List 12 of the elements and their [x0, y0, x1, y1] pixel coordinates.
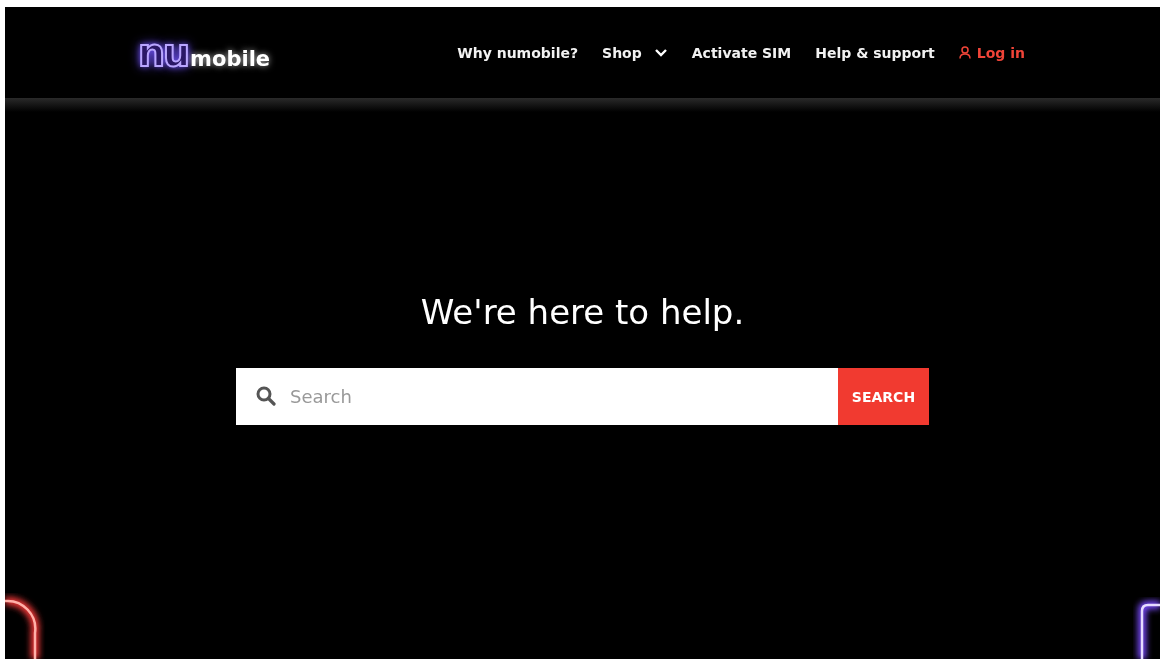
nav-link[interactable]: Why numobile? [457, 44, 579, 61]
nav-link[interactable]: Activate SIM [691, 44, 792, 61]
user-icon [958, 46, 971, 59]
page-heading: We're here to help. [420, 292, 745, 332]
search-button[interactable]: SEARCH [838, 368, 929, 425]
nav-link[interactable]: Help & support [815, 44, 935, 61]
search-icon [256, 386, 276, 406]
logo[interactable]: numobile [138, 33, 271, 72]
search-field[interactable]: Search [236, 368, 838, 425]
login-link[interactable]: Log in [958, 44, 1025, 61]
shop-menu[interactable]: Shop [602, 44, 668, 61]
chevron-down-icon [653, 47, 668, 58]
